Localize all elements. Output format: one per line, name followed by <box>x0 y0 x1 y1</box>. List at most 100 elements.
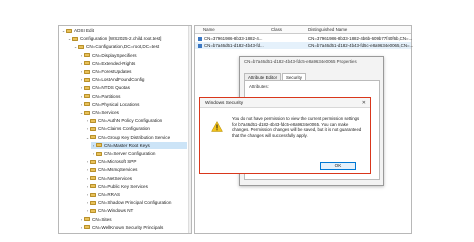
tree-item[interactable]: › CN=Master Root Keys <box>91 141 187 149</box>
tree-item[interactable]: › CN=Claims Configuration <box>85 125 187 132</box>
folder-icon <box>96 151 102 156</box>
tree-item-label: CN=Services <box>92 110 119 115</box>
row-name: CN=37961986-8b33-1882-4... <box>204 36 263 41</box>
tree-item-label: CN=Extended-Rights <box>92 60 136 66</box>
list-row[interactable]: CN=37961986-8b33-1882-4... CN=37961986-8… <box>195 35 413 42</box>
folder-icon <box>90 118 96 123</box>
folder-icon <box>78 44 84 49</box>
folder-icon <box>84 85 90 90</box>
column-header-distinguished-name[interactable]: Distinguished Name <box>308 27 347 32</box>
tree-item[interactable]: › CN=AuthN Policy Configuration <box>85 117 187 124</box>
tree-item[interactable]: › CN=Server Configuration <box>91 150 187 157</box>
ok-button[interactable]: OK <box>320 162 356 170</box>
tree-item-label: CN=Physical Locations <box>92 101 140 107</box>
dialog-titlebar[interactable]: Windows Security ✕ <box>200 98 370 108</box>
tree-item-label: ADSI Edit <box>74 28 94 33</box>
tree-pane[interactable]: ⌄ ADSI Edit ⌄ Configuration [WS2025-2.child… <box>58 25 192 234</box>
tree-item-label: CN=Public Key Services <box>98 183 148 189</box>
tab-attribute-editor[interactable]: Attribute Editor <box>244 73 282 80</box>
properties-title: CN=b7a46d51-d182-4b43-fdc5-e8a9634e0065 … <box>244 59 357 64</box>
tree-item[interactable]: › CN=WellKnown Security Principals <box>79 224 187 231</box>
folder-icon <box>90 184 96 189</box>
tree-item[interactable]: › CN=Physical Locations <box>79 101 187 108</box>
tree-item-label: CN=Windows NT <box>98 208 134 214</box>
tree-item[interactable]: ⌄ Configuration [WS2025-2.child.root.test… <box>67 35 187 42</box>
folder-icon <box>90 135 96 140</box>
tree-item[interactable]: ⌄ CN=Group Key Distribution Service <box>85 134 187 141</box>
folder-icon <box>90 200 96 205</box>
folder-icon <box>84 61 90 66</box>
tree-item-label: CN=Master Root Keys <box>104 142 150 148</box>
tree-item[interactable]: › CN=NTDS Quotas <box>79 84 187 91</box>
tree-item-label: Configuration [WS2025-2.child.root.test] <box>80 36 162 42</box>
tree-item[interactable]: › CN=Windows NT <box>85 207 187 214</box>
tree-item-label: CN=Claims Configuration <box>98 126 150 132</box>
tree-item[interactable]: › CN=RRAS <box>85 191 187 198</box>
dialog-title: Windows Security <box>205 100 244 106</box>
folder-icon <box>72 36 78 41</box>
row-distinguished-name: CN=37961986-8b33-1882-4b6b-609b77f40f6b,… <box>308 36 413 41</box>
tree-item-label: CN=NTDS Quotas <box>92 85 130 91</box>
tree-item[interactable]: › CN=DisplaySpecifiers <box>79 52 187 59</box>
tree-item[interactable]: › CN=LostAndFoundConfig <box>79 76 187 83</box>
tree-item[interactable]: › CN=Partitions <box>79 93 187 100</box>
folder-icon <box>84 53 90 58</box>
tree-item-label: CN=Shadow Principal Configuration <box>98 200 172 206</box>
folder-icon <box>90 192 96 197</box>
tree-item[interactable]: ⌄ ADSI Edit <box>61 27 187 34</box>
folder-icon <box>84 102 90 107</box>
folder-icon <box>66 28 72 33</box>
list-header: Name Class Distinguished Name <box>195 26 411 34</box>
windows-security-dialog: Windows Security ✕ You do not have permi… <box>199 97 371 174</box>
tree-item-label: CN=ForestUpdates <box>92 69 132 74</box>
adsi-edit-window: ⌄ ADSI Edit ⌄ Configuration [WS2025-2.child… <box>0 0 474 242</box>
folder-icon <box>90 176 96 181</box>
tree-item-label: CN=MsmqServices <box>98 167 138 173</box>
dialog-message: You do not have permission to view the c… <box>232 116 362 138</box>
tree-item[interactable]: › CN=Extended-Rights <box>79 60 187 67</box>
tree-item[interactable]: ⌄ CN=Configuration,DC=root,DC=test <box>73 43 187 50</box>
folder-icon <box>84 77 90 82</box>
folder-icon <box>90 126 96 131</box>
tree-vertical-scrollbar[interactable] <box>188 26 191 233</box>
row-name: CN=b7a46d51-d182-4b43-fd... <box>204 43 264 48</box>
close-icon[interactable]: ✕ <box>362 100 366 106</box>
tree-item-label: CN=LostAndFoundConfig <box>92 77 145 83</box>
tree-item[interactable]: › CN=Public Key Services <box>85 183 187 190</box>
folder-icon <box>96 143 102 148</box>
tree-item[interactable]: › CN=MsmqServices <box>85 166 187 173</box>
tree-item[interactable]: › CN=Sites <box>79 216 187 223</box>
tree-item-label: CN=AuthN Policy Configuration <box>98 118 163 124</box>
folder-icon <box>84 225 90 230</box>
tree-item-label: CN=Sites <box>92 216 112 222</box>
tree-item[interactable]: › CN=Microsoft SPP <box>85 158 187 165</box>
folder-icon <box>84 110 90 115</box>
tree-item-label: CN=Server Configuration <box>104 151 156 156</box>
tree-item-label: CN=Microsoft SPP <box>98 159 137 165</box>
properties-tabs: Attribute Editor Security <box>244 73 307 80</box>
tree-item-label: CN=Group Key Distribution Service <box>98 134 171 140</box>
folder-icon <box>84 69 90 74</box>
object-icon <box>198 43 202 48</box>
folder-icon <box>84 217 90 222</box>
column-header-name[interactable]: Name <box>203 27 215 32</box>
list-row[interactable]: CN=b7a46d51-d182-4b43-fd... CN=b7a46d51-… <box>195 42 414 49</box>
object-icon <box>198 36 202 41</box>
row-distinguished-name: CN=b7a46d51-d182-4b43-fd5c-e8a9634e0065,… <box>308 43 414 48</box>
tree-item-label: CN=RRAS <box>98 192 121 197</box>
tree-item[interactable]: › CN=Shadow Principal Configuration <box>85 199 187 206</box>
folder-icon <box>90 167 96 172</box>
warning-icon <box>211 121 223 132</box>
column-header-class[interactable]: Class <box>271 27 282 32</box>
folder-icon <box>90 208 96 213</box>
tree-item-label: CN=DisplaySpecifiers <box>92 52 137 58</box>
tree-item-label: CN=WellKnown Security Principals <box>92 224 164 230</box>
tree-item-label: CN=NetServices <box>98 175 133 181</box>
tab-security[interactable]: Security <box>282 73 306 80</box>
tree-item[interactable]: ⌄ CN=Services <box>79 109 187 116</box>
folder-icon <box>84 94 90 99</box>
tree-item-label: CN=Partitions <box>92 93 121 99</box>
tree-item[interactable]: › CN=NetServices <box>85 175 187 182</box>
folder-icon <box>90 159 96 164</box>
tree-item[interactable]: › CN=ForestUpdates <box>79 68 187 75</box>
